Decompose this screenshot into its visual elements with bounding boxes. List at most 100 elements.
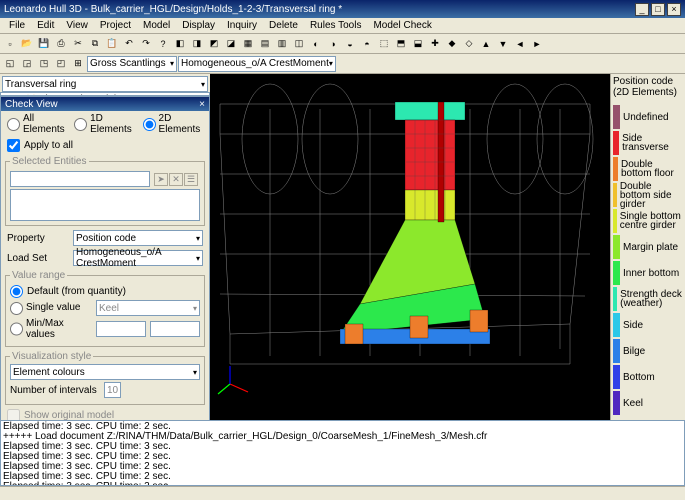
help-icon[interactable]: ? — [155, 36, 171, 52]
tool-icon[interactable]: ► — [529, 36, 545, 52]
menu-file[interactable]: File — [4, 19, 30, 32]
menu-rules-tools[interactable]: Rules Tools — [305, 19, 367, 32]
scantlings-combo[interactable]: Gross Scantlings — [87, 56, 177, 72]
legend-item[interactable]: Strength deck (weather) — [613, 286, 683, 312]
save-icon[interactable]: 💾 — [36, 36, 52, 52]
output-log[interactable]: Elapsed time: 3 sec. CPU time: 2 sec.+++… — [0, 420, 685, 486]
legend-label: Bilge — [623, 347, 645, 356]
menu-edit[interactable]: Edit — [32, 19, 59, 32]
loadset-combo[interactable]: Homogeneous_o/A CrestMoment — [73, 250, 203, 266]
legend-item[interactable]: Single bottom centre girder — [613, 208, 683, 234]
maximize-button[interactable]: □ — [651, 3, 665, 16]
view-icon[interactable]: ◱ — [2, 56, 18, 72]
menu-inquiry[interactable]: Inquiry — [222, 19, 262, 32]
entity-list — [10, 189, 200, 221]
legend-item[interactable]: Double bottom floor — [613, 156, 683, 182]
new-icon[interactable]: ▫ — [2, 36, 18, 52]
tool-icon[interactable]: ▼ — [495, 36, 511, 52]
tool-icon[interactable]: ◆ — [444, 36, 460, 52]
tool-icon[interactable]: ✚ — [427, 36, 443, 52]
tool-icon[interactable]: ▥ — [274, 36, 290, 52]
tool-icon[interactable]: ◪ — [223, 36, 239, 52]
tool-icon[interactable]: ⬚ — [376, 36, 392, 52]
legend-item[interactable]: Inner bottom — [613, 260, 683, 286]
swatch-icon — [613, 235, 620, 259]
tool-icon[interactable]: ◫ — [291, 36, 307, 52]
tool-icon[interactable]: ▦ — [240, 36, 256, 52]
menu-project[interactable]: Project — [95, 19, 136, 32]
status-bar — [0, 486, 685, 500]
list-icon: ☰ — [184, 173, 198, 186]
arrow-icon: ➤ — [154, 173, 168, 186]
tool-icon[interactable]: ◨ — [189, 36, 205, 52]
model-combo[interactable]: Transversal ring — [2, 76, 208, 92]
print-icon[interactable]: ⎙ — [53, 36, 69, 52]
legend-item[interactable]: Keel — [613, 390, 683, 416]
paste-icon[interactable]: 📋 — [104, 36, 120, 52]
legend-header: Position code (2D Elements) — [613, 76, 683, 98]
copy-icon[interactable]: ⧉ — [87, 36, 103, 52]
tool-icon[interactable]: ◧ — [172, 36, 188, 52]
tool-icon[interactable]: ◇ — [461, 36, 477, 52]
tool-icon[interactable]: ⬒ — [393, 36, 409, 52]
view-icon[interactable]: ◲ — [19, 56, 35, 72]
swatch-icon — [613, 261, 620, 285]
legend-item[interactable]: Margin plate — [613, 234, 683, 260]
menu-model-check[interactable]: Model Check — [368, 19, 436, 32]
close-button[interactable]: × — [667, 3, 681, 16]
menu-model[interactable]: Model — [138, 19, 175, 32]
swatch-icon — [613, 157, 618, 181]
property-combo[interactable]: Position code — [73, 230, 203, 246]
radio-minmax[interactable]: Min/Max values — [10, 318, 92, 340]
close-icon[interactable]: × — [199, 99, 205, 110]
open-icon[interactable]: 📂 — [19, 36, 35, 52]
tool-icon[interactable]: ⬓ — [410, 36, 426, 52]
tool-icon[interactable]: ◄ — [512, 36, 528, 52]
single-value-combo: Keel — [96, 300, 200, 316]
swatch-icon — [613, 391, 620, 415]
swatch-icon — [613, 313, 620, 337]
radio-all-elements[interactable]: All Elements — [7, 113, 66, 135]
undo-icon[interactable]: ↶ — [121, 36, 137, 52]
tool-icon[interactable]: ▲ — [478, 36, 494, 52]
vis-style-group: Visualization style Element colours Numb… — [5, 351, 205, 405]
legend-item[interactable]: Bottom — [613, 364, 683, 390]
legend-label: Undefined — [623, 113, 669, 122]
loadcase-combo[interactable]: Homogeneous_o/A CrestMoment — [178, 56, 336, 72]
tool-icon[interactable]: ▤ — [257, 36, 273, 52]
legend-label: Double bottom side girder — [620, 182, 683, 209]
radio-single[interactable]: Single value — [10, 302, 92, 315]
swatch-icon — [613, 131, 619, 155]
menu-delete[interactable]: Delete — [264, 19, 303, 32]
tool-icon[interactable]: ◒ — [342, 36, 358, 52]
check-view-window: Check View× All Elements 1D Elements 2D … — [0, 96, 210, 451]
3d-viewport[interactable] — [210, 74, 610, 420]
view-icon[interactable]: ◰ — [53, 56, 69, 72]
radio-default[interactable]: Default (from quantity) — [10, 285, 200, 298]
radio-1d-elements[interactable]: 1D Elements — [74, 113, 134, 135]
radio-2d-elements[interactable]: 2D Elements — [143, 113, 203, 135]
view-icon[interactable]: ⊞ — [70, 56, 86, 72]
tool-icon[interactable]: ◑ — [325, 36, 341, 52]
check-view-title[interactable]: Check View× — [1, 97, 209, 111]
legend-item[interactable]: Undefined — [613, 104, 683, 130]
view-icon[interactable]: ◳ — [36, 56, 52, 72]
num-intervals-label: Number of intervals — [10, 385, 100, 396]
tool-icon[interactable]: ◐ — [308, 36, 324, 52]
cut-icon[interactable]: ✂ — [70, 36, 86, 52]
menu-view[interactable]: View — [61, 19, 93, 32]
legend-item[interactable]: Double bottom side girder — [613, 182, 683, 208]
apply-to-all-check[interactable]: Apply to all — [1, 137, 209, 154]
minimize-button[interactable]: _ — [635, 3, 649, 16]
legend-item[interactable]: Bilge — [613, 338, 683, 364]
swatch-icon — [613, 183, 617, 207]
redo-icon[interactable]: ↷ — [138, 36, 154, 52]
tool-icon[interactable]: ◓ — [359, 36, 375, 52]
menu-display[interactable]: Display — [177, 19, 220, 32]
vis-style-combo[interactable]: Element colours — [10, 364, 200, 380]
entity-input — [10, 171, 150, 187]
tool-icon[interactable]: ◩ — [206, 36, 222, 52]
swatch-icon — [613, 287, 617, 311]
legend-item[interactable]: Side — [613, 312, 683, 338]
legend-item[interactable]: Side transverse — [613, 130, 683, 156]
